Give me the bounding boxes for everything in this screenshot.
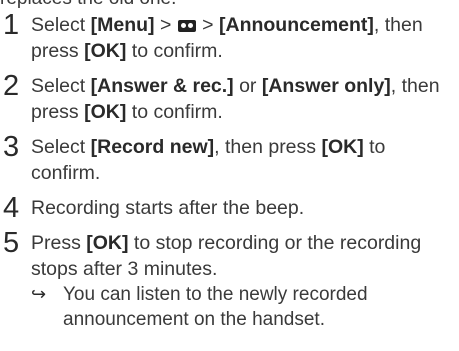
step-number: 5 bbox=[3, 227, 20, 259]
step-text: Select [Record new], then press [OK] to … bbox=[31, 136, 386, 184]
step-1: 1 Select [Menu] > > [Announcement], then… bbox=[0, 9, 459, 64]
step-2: 2 Select [Answer & rec.] or [Answer only… bbox=[0, 70, 459, 125]
steps-list: 1 Select [Menu] > > [Announcement], then… bbox=[0, 9, 459, 332]
answer-rec-keyword: [Answer & rec.] bbox=[90, 75, 234, 97]
announcement-keyword: [Announcement] bbox=[219, 14, 374, 36]
step-number: 4 bbox=[3, 192, 20, 224]
result-arrow-icon: ↪ bbox=[31, 284, 47, 304]
ok-keyword: [OK] bbox=[84, 40, 127, 62]
step-text: Recording starts after the beep. bbox=[31, 197, 305, 219]
step-3: 3 Select [Record new], then press [OK] t… bbox=[0, 131, 459, 186]
step-text: Select [Menu] > > [Announcement], then p… bbox=[31, 14, 423, 62]
step-result: ↪ You can listen to the newly recorded a… bbox=[31, 282, 459, 332]
step-number: 1 bbox=[3, 9, 20, 41]
step-4: 4 Recording starts after the beep. bbox=[0, 192, 459, 224]
menu-keyword: [Menu] bbox=[90, 14, 155, 36]
record-new-keyword: [Record new] bbox=[90, 136, 215, 158]
step-text: Press [OK] to stop recording or the reco… bbox=[31, 232, 422, 280]
step-number: 2 bbox=[3, 70, 20, 102]
ok-keyword: [OK] bbox=[321, 136, 364, 158]
step-number: 3 bbox=[3, 131, 20, 163]
answer-only-keyword: [Answer only] bbox=[261, 75, 391, 97]
tape-icon bbox=[177, 20, 196, 32]
ok-keyword: [OK] bbox=[84, 101, 127, 123]
intro-text: replaces the old one. bbox=[0, 0, 176, 10]
result-text: You can listen to the newly recorded ann… bbox=[63, 284, 368, 330]
step-5: 5 Press [OK] to stop recording or the re… bbox=[0, 227, 459, 332]
ok-keyword: [OK] bbox=[86, 232, 129, 254]
step-text: Select [Answer & rec.] or [Answer only],… bbox=[31, 75, 440, 123]
